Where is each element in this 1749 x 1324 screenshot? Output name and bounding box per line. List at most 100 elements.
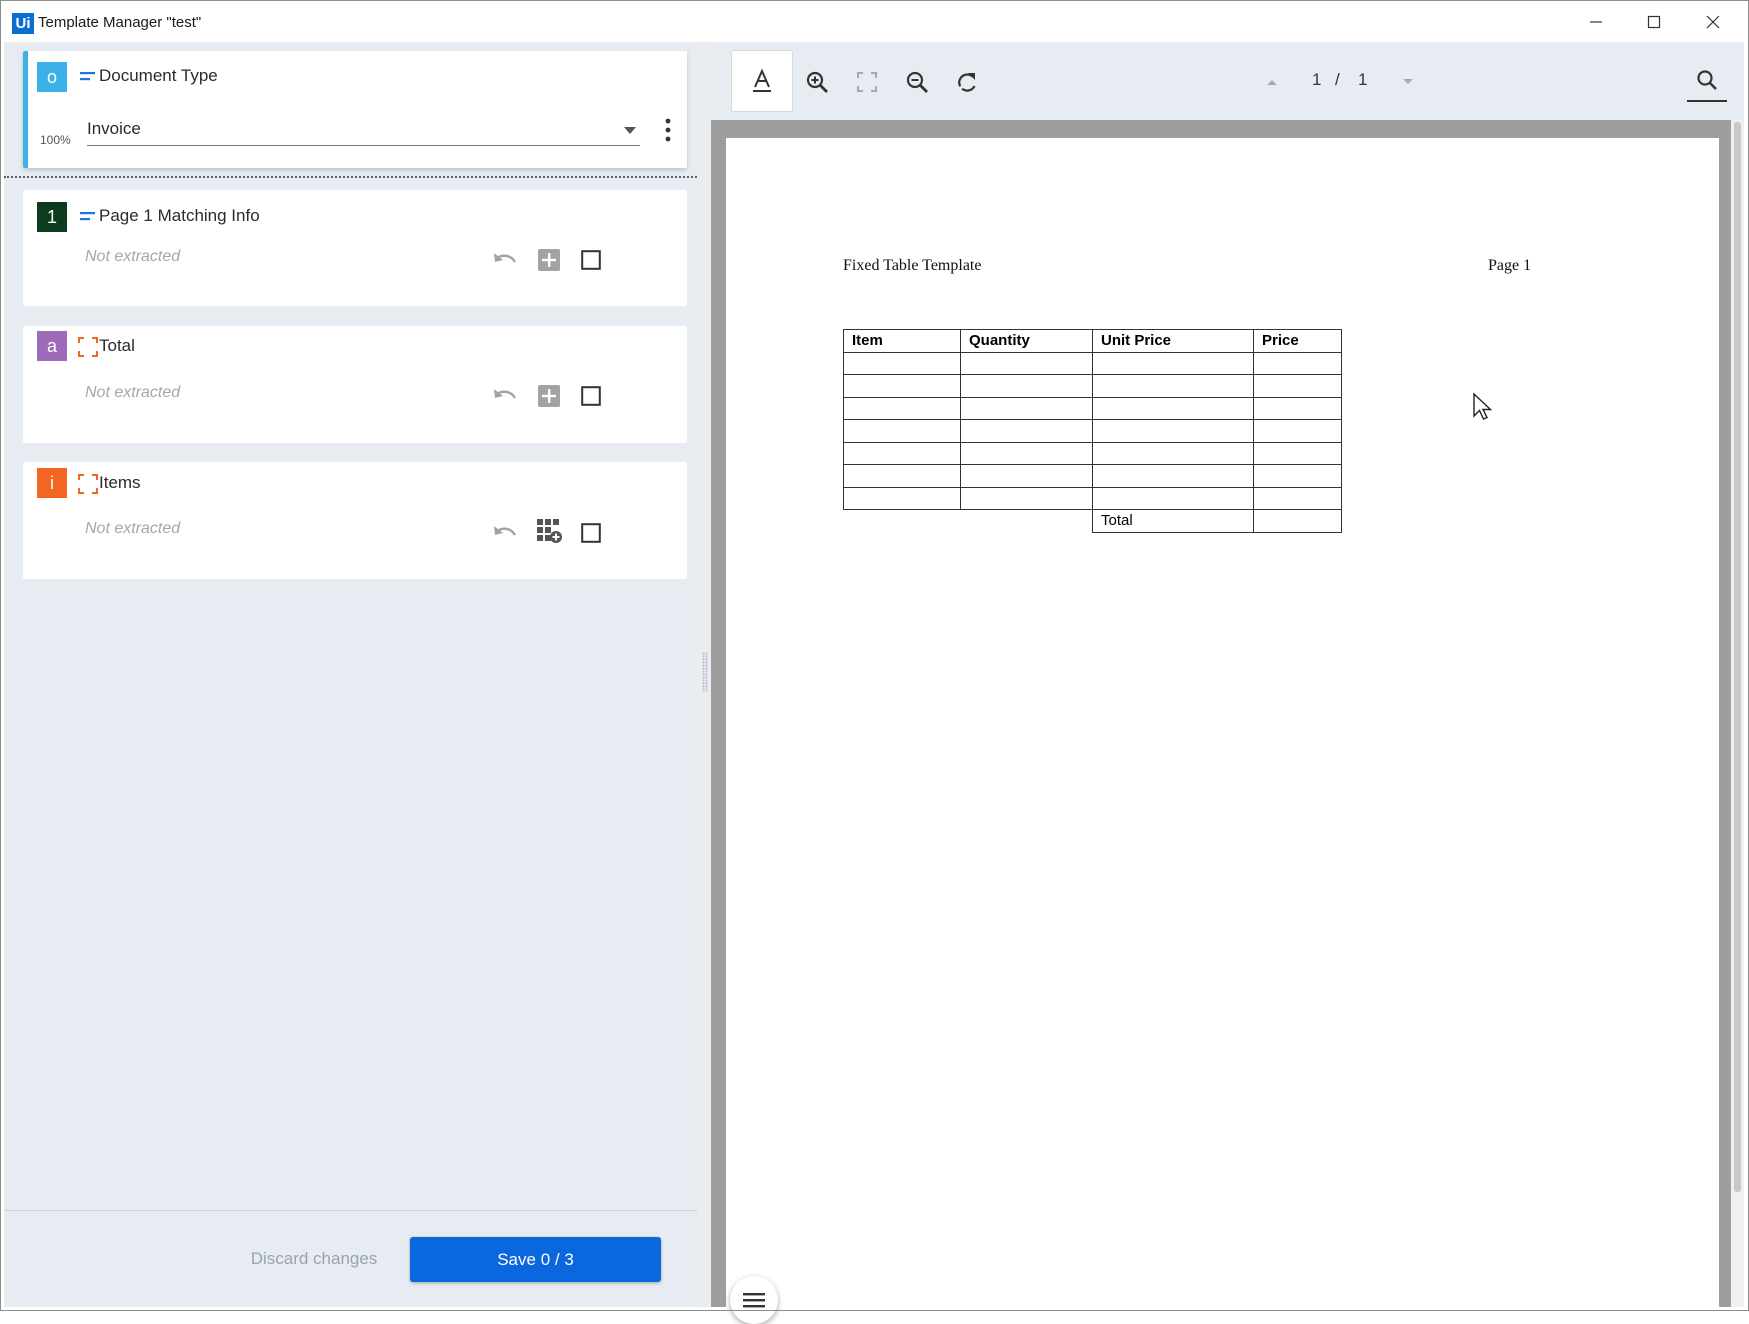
chevron-up-icon: [1267, 80, 1277, 85]
table-total-label: Total: [1092, 509, 1254, 533]
zoom-in-icon: [806, 71, 828, 93]
search-icon: [1697, 70, 1717, 90]
footer-bar: Discard changes Save 0 / 3: [4, 1210, 697, 1307]
text-selection-button[interactable]: [731, 50, 793, 112]
maximize-icon: [1647, 15, 1661, 29]
menu-button[interactable]: [730, 1276, 778, 1324]
page-separator: /: [1335, 70, 1340, 89]
table-header-unit-price: Unit Price: [1092, 329, 1254, 353]
table-row: [843, 419, 1342, 443]
field-card-page-1-matching-info[interactable]: 1 Page 1 Matching Info Not extracted: [23, 190, 687, 306]
field-card-items[interactable]: i Items Not extracted: [23, 462, 687, 579]
table-row: [843, 351, 1342, 375]
checkbox-icon: [581, 250, 601, 270]
field-checkbox[interactable]: [576, 245, 606, 275]
add-value-icon: [538, 385, 560, 407]
document-type-title: Document Type: [99, 66, 218, 85]
document-table: Item Quantity Unit Price Price Total: [843, 329, 1342, 533]
more-options-icon[interactable]: [660, 117, 676, 143]
field-badge: 1: [37, 202, 67, 232]
checkbox-icon: [581, 386, 601, 406]
mouse-cursor-icon: [1473, 392, 1493, 420]
document-type-card: o Document Type 100% Invoice: [23, 51, 687, 168]
document-page-label: Page 1: [1488, 257, 1532, 274]
table-row: [843, 464, 1342, 488]
close-button[interactable]: [1685, 1, 1741, 43]
table-row: [843, 441, 1342, 465]
window-title: Template Manager "test": [38, 14, 202, 31]
table-row: [843, 486, 1342, 510]
undo-icon: [494, 526, 517, 536]
zoom-out-icon: [906, 71, 928, 93]
add-table-icon: [537, 519, 562, 543]
discard-changes-button[interactable]: Discard changes: [234, 1241, 394, 1277]
document-page[interactable]: Fixed Table Template Page 1 Item Quantit…: [726, 138, 1719, 1307]
rotate-icon: [958, 73, 976, 92]
undo-icon: [494, 253, 517, 263]
text-field-icon: [80, 72, 95, 81]
save-button[interactable]: Save 0 / 3: [410, 1237, 661, 1282]
table-header-row: Item Quantity Unit Price Price: [843, 329, 1342, 353]
rotate-button[interactable]: [949, 64, 985, 100]
hamburger-menu-icon: [743, 1293, 765, 1308]
table-header-item: Item: [843, 329, 961, 353]
undo-button[interactable]: [490, 381, 520, 411]
total-pages: 1: [1358, 70, 1368, 89]
scrollbar-thumb[interactable]: [1734, 122, 1741, 1192]
field-status: Not extracted: [85, 248, 181, 265]
document-type-value: Invoice: [87, 119, 141, 138]
title-bar: Ui Template Manager "test": [0, 0, 1749, 42]
text-field-icon: [80, 212, 95, 221]
current-page[interactable]: 1: [1312, 70, 1321, 90]
undo-icon: [494, 389, 517, 399]
vertical-scrollbar[interactable]: [1731, 120, 1744, 1307]
field-status: Not extracted: [85, 520, 181, 537]
table-row: [843, 396, 1342, 420]
chevron-down-icon: [1403, 79, 1413, 84]
undo-button[interactable]: [490, 518, 520, 548]
document-heading: Fixed Table Template: [843, 257, 982, 274]
undo-button[interactable]: [490, 245, 520, 275]
panel-splitter[interactable]: [697, 42, 711, 1307]
app-logo: Ui: [12, 13, 34, 34]
table-row: [843, 374, 1342, 398]
field-card-total[interactable]: a Total Not extracted: [23, 326, 687, 443]
search-button[interactable]: [1687, 60, 1727, 102]
field-badge: i: [37, 468, 67, 498]
fields-panel: o Document Type 100% Invoice 1 Page 1 Ma…: [4, 42, 697, 1307]
field-checkbox[interactable]: [576, 381, 606, 411]
minimize-button[interactable]: [1568, 1, 1624, 43]
zoom-in-button[interactable]: [799, 64, 835, 100]
maximize-button[interactable]: [1626, 1, 1682, 43]
add-value-icon: [538, 249, 560, 271]
confidence-label: 100%: [40, 133, 71, 147]
document-viewer-panel: 1 / 1 Fixed Table Template Page 1 Item Q…: [711, 42, 1744, 1324]
fit-page-button[interactable]: [849, 64, 885, 100]
field-badge: a: [37, 331, 67, 361]
region-selection-icon: [78, 337, 98, 357]
section-divider: [4, 176, 697, 178]
table-header-price: Price: [1253, 329, 1342, 353]
chevron-down-icon: [624, 127, 636, 134]
fit-page-icon: [857, 72, 877, 92]
field-checkbox[interactable]: [576, 518, 606, 548]
zoom-out-button[interactable]: [899, 64, 935, 100]
next-page-button[interactable]: [1390, 64, 1426, 100]
add-value-button[interactable]: [534, 245, 564, 275]
document-type-badge: o: [37, 62, 67, 92]
previous-page-button[interactable]: [1254, 64, 1290, 100]
add-value-button[interactable]: [534, 381, 564, 411]
close-icon: [1706, 15, 1720, 29]
add-table-button[interactable]: [534, 516, 564, 546]
drag-handle-icon: [702, 652, 708, 692]
document-canvas[interactable]: Fixed Table Template Page 1 Item Quantit…: [711, 120, 1744, 1324]
document-type-dropdown[interactable]: Invoice: [87, 113, 640, 146]
minimize-icon: [1590, 21, 1602, 23]
field-title: Page 1 Matching Info: [99, 206, 260, 225]
text-selection-icon: [753, 69, 771, 92]
checkbox-icon: [581, 523, 601, 543]
field-status: Not extracted: [85, 384, 181, 401]
field-title: Total: [99, 336, 135, 355]
viewer-toolbar: 1 / 1: [711, 42, 1744, 120]
table-total-row: Total: [844, 509, 1342, 533]
